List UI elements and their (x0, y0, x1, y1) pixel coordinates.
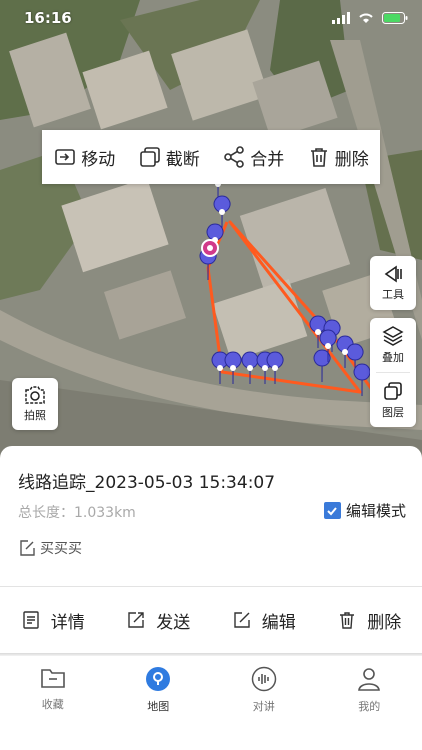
overlay-label: 叠加 (382, 351, 404, 364)
tools-button[interactable]: 工具 (370, 256, 416, 310)
bottom-tab-bar: 收藏 地图 对讲 我的 (0, 656, 422, 750)
edit-toolbar: 移动 截断 合并 删除 (42, 130, 380, 184)
status-bar: 16:16 (0, 0, 422, 38)
track-note[interactable]: 买买买 (18, 538, 82, 558)
user-icon (358, 668, 381, 691)
signal-icon (332, 12, 350, 24)
overlay-button[interactable]: 叠加 (370, 318, 416, 372)
photo-button[interactable]: 拍照 (12, 378, 58, 430)
tab-intercom[interactable]: 对讲 (229, 656, 299, 750)
send-label: 发送 (156, 612, 191, 633)
cut-icon (139, 147, 160, 167)
checkmark-icon (327, 506, 338, 515)
move-icon (55, 149, 76, 165)
status-time: 16:16 (24, 9, 72, 27)
move-button[interactable]: 移动 (53, 145, 115, 170)
note-text: 买买买 (40, 541, 82, 557)
tab-map[interactable]: 地图 (123, 656, 193, 750)
tab-profile[interactable]: 我的 (334, 656, 404, 750)
photo-label: 拍照 (24, 409, 46, 422)
trash-icon (310, 148, 327, 167)
share-icon (128, 612, 144, 628)
merge-label: 合并 (250, 149, 285, 170)
wifi-icon (359, 13, 373, 23)
edit-mode-checkbox[interactable] (323, 502, 341, 519)
layers-button[interactable]: 图层 (370, 373, 416, 427)
cut-label: 截断 (165, 149, 200, 170)
detail-button[interactable]: 详情 (21, 608, 85, 633)
track-length: 总长度：1.033km (18, 505, 136, 521)
edit-mode-toggle[interactable]: 编辑模式 (323, 500, 406, 521)
move-label: 移动 (81, 149, 116, 170)
delete-track-label: 删除 (367, 612, 402, 633)
delete-point-button[interactable]: 删除 (307, 145, 369, 170)
voice-icon (251, 666, 276, 692)
track-title: 线路追踪_2023-05-03 15:34:07 (18, 473, 276, 493)
tab-profile-label: 我的 (358, 700, 381, 713)
merge-button[interactable]: 合并 (222, 145, 284, 170)
layers-label: 图层 (382, 406, 404, 419)
edit-button[interactable]: 编辑 (232, 608, 296, 633)
tools-label: 工具 (382, 288, 404, 301)
map-pin-icon (146, 667, 171, 691)
folder-icon (40, 669, 65, 688)
cut-button[interactable]: 截断 (138, 145, 200, 170)
document-icon (23, 611, 39, 629)
trash-icon (340, 612, 355, 629)
track-info-panel: 线路追踪_2023-05-03 15:34:07 总长度：1.033km 编辑模… (0, 446, 422, 656)
status-icons (332, 12, 408, 24)
tab-favorites[interactable]: 收藏 (18, 656, 88, 750)
share-merge-icon (224, 146, 245, 168)
tab-favorites-label: 收藏 (41, 698, 64, 711)
edit-mode-label: 编辑模式 (345, 502, 406, 520)
edit-label: 编辑 (261, 612, 296, 633)
camera-icon (25, 386, 45, 404)
satellite-imagery (0, 0, 422, 470)
layers-stack-icon (382, 326, 404, 346)
edit-note-icon (20, 540, 35, 556)
send-button[interactable]: 发送 (126, 608, 190, 633)
layers-icon (384, 382, 402, 400)
delete-track-button[interactable]: 删除 (337, 608, 401, 633)
map-controls-group: 叠加 图层 (370, 318, 416, 427)
battery-icon (382, 12, 408, 24)
map-view[interactable]: 16:16 移动 截断 合并 删除 工具 叠加 图层 拍照 (0, 0, 422, 470)
detail-label: 详情 (50, 612, 85, 633)
tools-icon (384, 265, 402, 283)
delete-point-label: 删除 (334, 149, 369, 170)
track-actions: 详情 发送 编辑 删除 (0, 587, 422, 653)
edit-icon (234, 612, 250, 628)
tab-intercom-label: 对讲 (252, 700, 275, 713)
tab-map-label: 地图 (147, 700, 170, 713)
